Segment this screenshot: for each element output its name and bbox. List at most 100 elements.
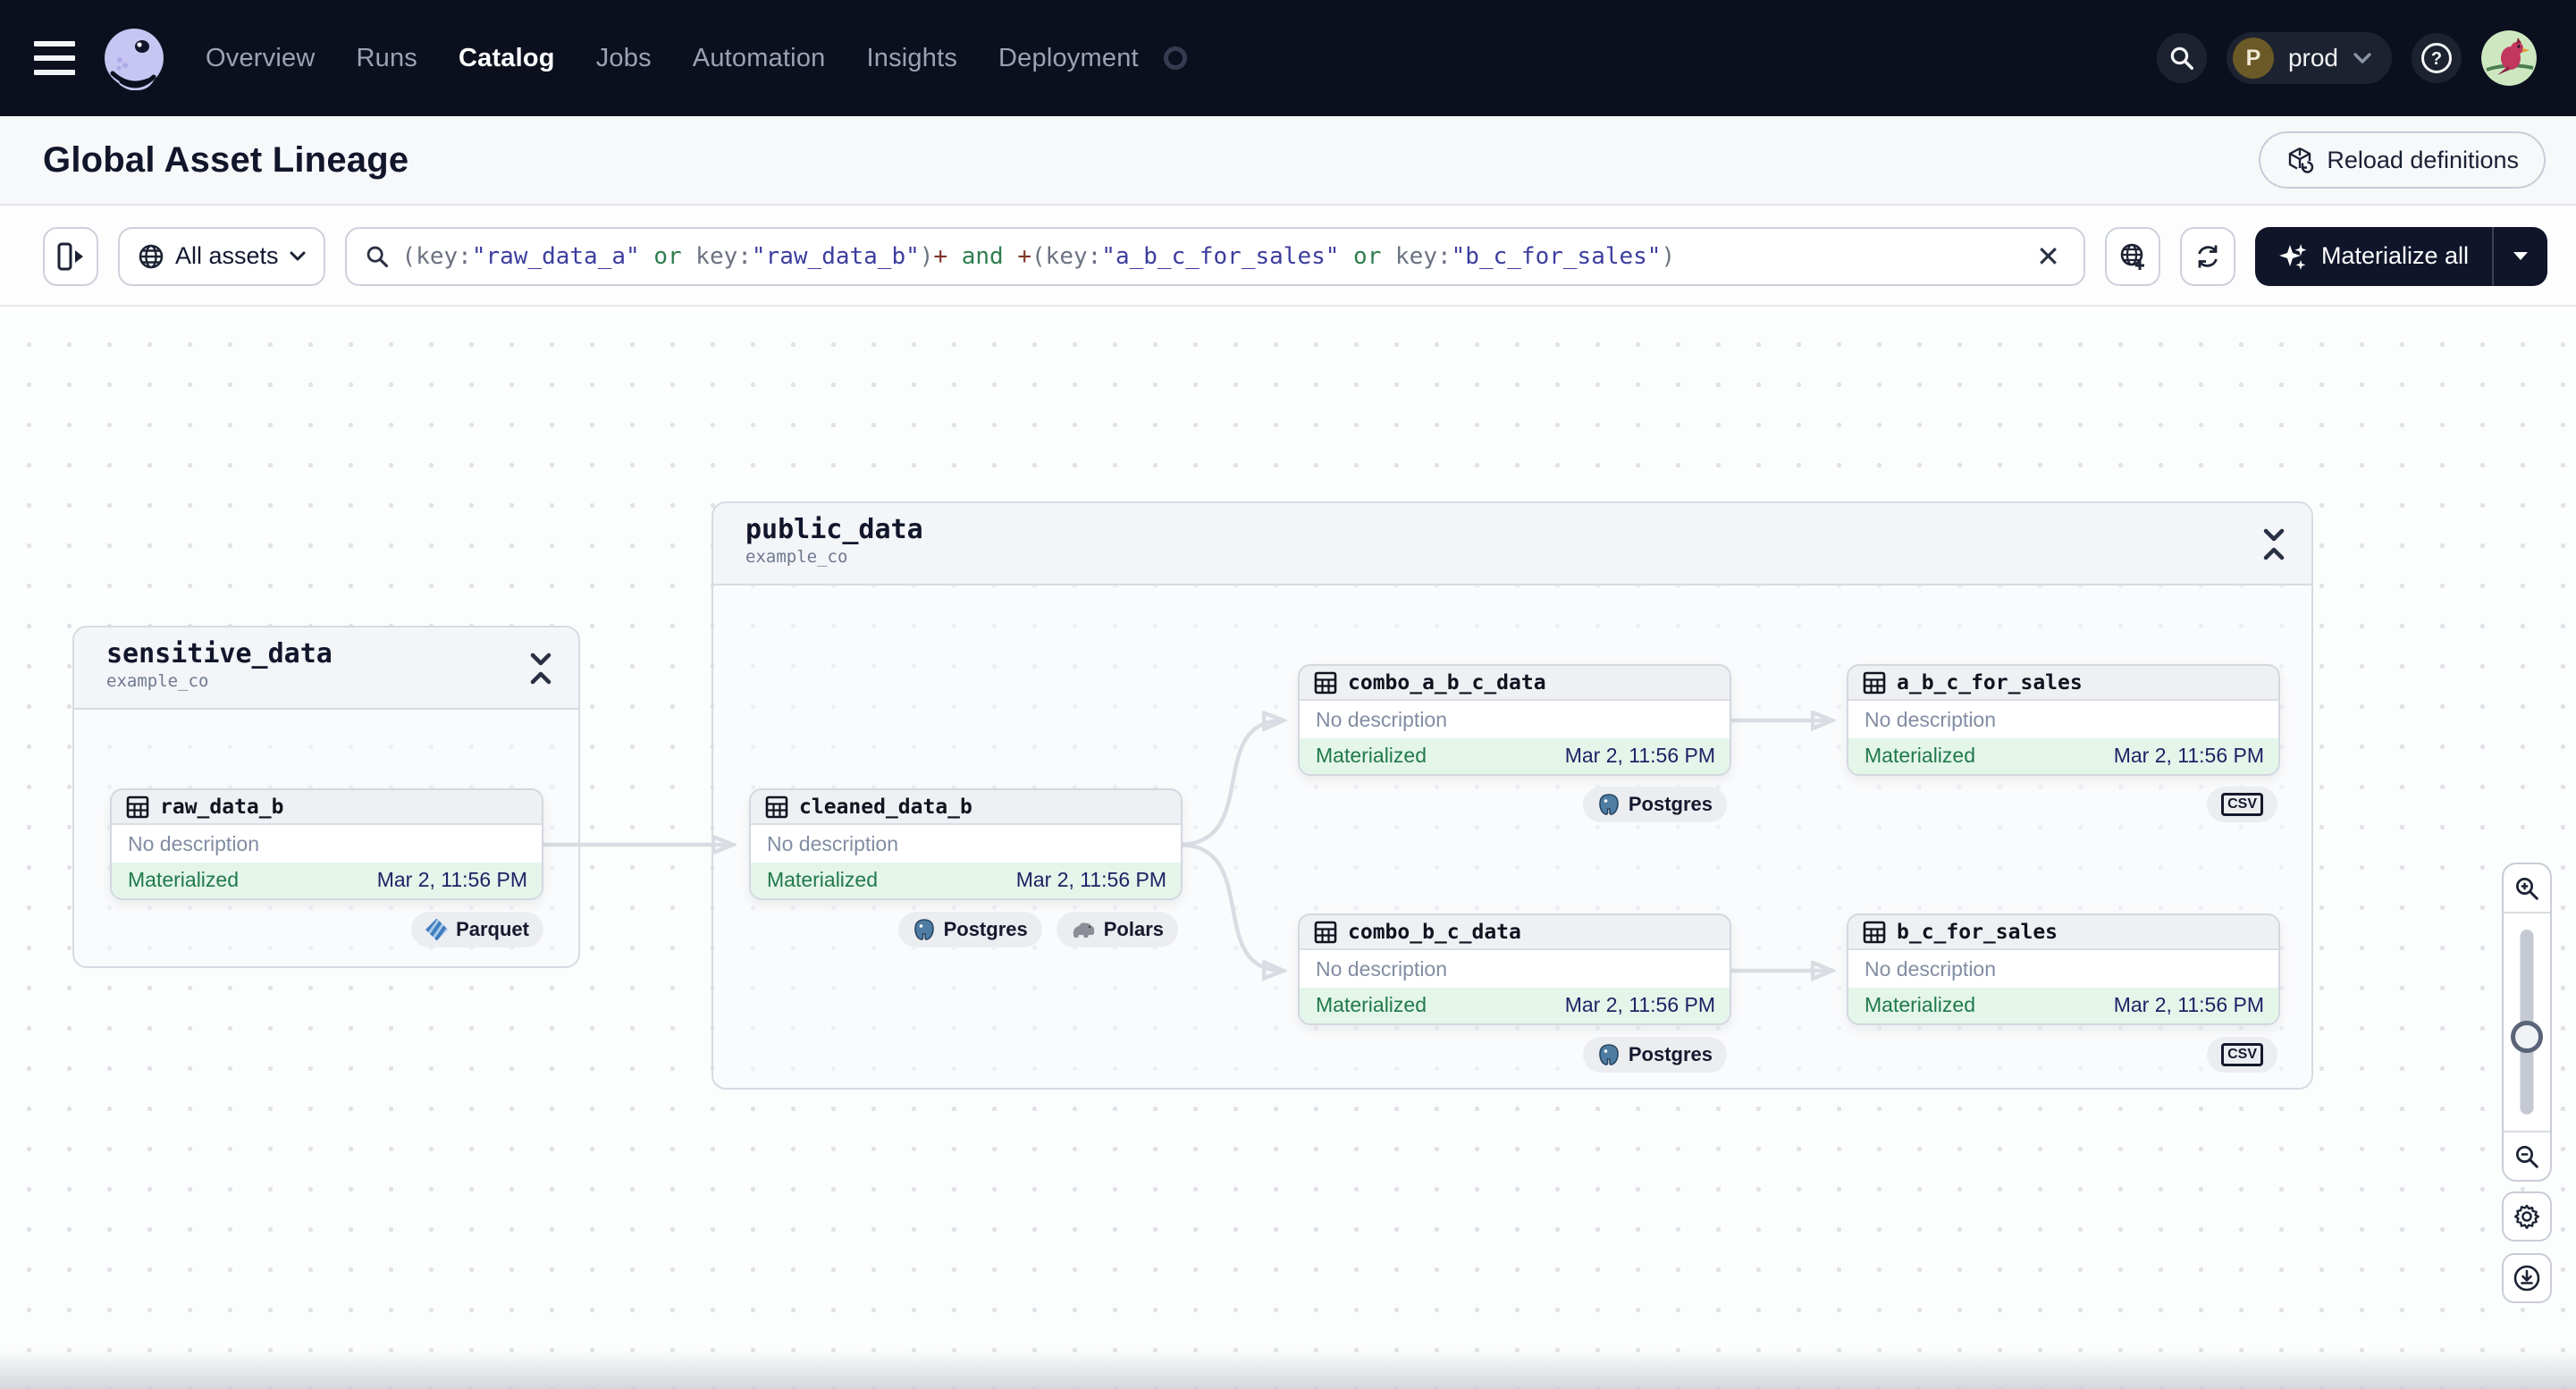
group-header-public-data[interactable]: public_data example_co xyxy=(713,503,2311,585)
table-icon xyxy=(1863,671,1886,694)
asset-node-header[interactable]: a_b_c_for_sales xyxy=(1848,666,2278,702)
collapse-group-icon[interactable] xyxy=(2258,526,2290,562)
group-header-sensitive-data[interactable]: sensitive_data example_co xyxy=(74,627,578,710)
menu-icon[interactable] xyxy=(34,41,75,75)
asset-query-input[interactable]: (key:"raw_data_a" or key:"raw_data_b")+ … xyxy=(344,226,2085,286)
kind-badge-label: Parquet xyxy=(456,918,529,940)
asset-description: No description xyxy=(1316,707,1448,731)
asset-node-combo-a-b-c-data[interactable]: combo_a_b_c_data No description Material… xyxy=(1298,664,1731,776)
nav-item-jobs[interactable]: Jobs xyxy=(596,44,652,73)
loading-spinner-icon xyxy=(1163,46,1187,70)
zoom-slider-thumb[interactable] xyxy=(2511,1021,2543,1053)
asset-name: combo_a_b_c_data xyxy=(1348,670,1546,694)
gear-icon xyxy=(2514,1204,2539,1229)
asset-node-b-c-for-sales[interactable]: b_c_for_sales No description Materialize… xyxy=(1847,913,2280,1025)
asset-status-row: Materialized Mar 2, 11:56 PM xyxy=(1300,737,1730,774)
nav-item-deployment[interactable]: Deployment xyxy=(998,44,1139,73)
top-nav: Overview Runs Catalog Jobs Automation In… xyxy=(0,0,2576,116)
group-title: public_data xyxy=(745,514,923,545)
materialize-options-button[interactable] xyxy=(2492,226,2547,286)
status-label: Materialized xyxy=(1865,993,1975,1017)
kind-badge-csv[interactable]: CSV xyxy=(2207,787,2277,822)
download-icon xyxy=(2513,1265,2540,1292)
search-icon xyxy=(366,246,388,267)
asset-node-header[interactable]: cleaned_data_b xyxy=(751,790,1181,826)
kind-badges-combo-b-c-data: Postgres xyxy=(1582,1037,1727,1073)
asset-node-header[interactable]: combo_b_c_data xyxy=(1300,915,1730,951)
asset-description: No description xyxy=(1316,956,1448,981)
asset-node-header[interactable]: raw_data_b xyxy=(112,790,542,826)
user-avatar[interactable] xyxy=(2481,30,2537,86)
nav-item-overview[interactable]: Overview xyxy=(206,44,315,73)
help-button[interactable]: ? xyxy=(2412,33,2462,83)
materialize-all-label: Materialize all xyxy=(2320,242,2469,269)
nav-item-catalog[interactable]: Catalog xyxy=(459,44,555,73)
asset-node-raw-data-b[interactable]: raw_data_b No description Materialized M… xyxy=(110,788,543,900)
refresh-icon xyxy=(2198,245,2218,267)
kind-badge-label: Polars xyxy=(1103,918,1164,940)
download-graph-button[interactable] xyxy=(2502,1253,2552,1303)
dagster-logo[interactable] xyxy=(102,26,166,90)
open-left-panel-button[interactable] xyxy=(43,226,98,286)
kind-badges-combo-a-b-c-data: Postgres xyxy=(1582,787,1727,822)
kind-badge-postgres[interactable]: Postgres xyxy=(897,912,1042,947)
kind-badge-postgres[interactable]: Postgres xyxy=(1582,787,1727,822)
kind-badges-raw-data-b: Parquet xyxy=(411,912,543,947)
kind-badge-postgres[interactable]: Postgres xyxy=(1582,1037,1727,1073)
asset-description: No description xyxy=(767,831,899,855)
postgres-icon xyxy=(913,919,934,940)
chevron-down-icon xyxy=(290,251,306,260)
search-button[interactable] xyxy=(2156,33,2207,83)
avatar-bird-image xyxy=(2481,30,2537,86)
reload-definitions-button[interactable]: Reload definitions xyxy=(2259,131,2546,189)
nav-item-insights[interactable]: Insights xyxy=(866,44,957,73)
refresh-button[interactable] xyxy=(2179,226,2235,286)
materialization-timestamp[interactable]: Mar 2, 11:56 PM xyxy=(1565,993,1715,1017)
materialize-all-button[interactable]: Materialize all xyxy=(2255,227,2492,286)
kind-badge-parquet[interactable]: Parquet xyxy=(411,912,543,947)
zoom-panel xyxy=(2502,863,2552,1182)
zoom-slider[interactable] xyxy=(2504,913,2550,1131)
asset-query-text: (key:"raw_data_a" or key:"raw_data_b")+ … xyxy=(401,242,1676,270)
kind-badge-label: Postgres xyxy=(943,918,1028,940)
new-filter-scope-button[interactable] xyxy=(2104,226,2160,286)
chevron-down-icon xyxy=(2353,53,2371,63)
asset-node-header[interactable]: combo_a_b_c_data xyxy=(1300,666,1730,702)
collapse-group-icon[interactable] xyxy=(525,651,557,686)
clear-query-button[interactable]: ✕ xyxy=(2031,242,2066,271)
kind-badge-csv[interactable]: CSV xyxy=(2207,1037,2277,1073)
csv-icon: CSV xyxy=(2221,793,2263,816)
status-label: Materialized xyxy=(1316,993,1427,1017)
polars-icon xyxy=(1073,922,1094,938)
asset-node-cleaned-data-b[interactable]: cleaned_data_b No description Materializ… xyxy=(749,788,1183,900)
kind-badge-polars[interactable]: Polars xyxy=(1056,912,1178,947)
nav-item-automation[interactable]: Automation xyxy=(693,44,826,73)
asset-status-row: Materialized Mar 2, 11:56 PM xyxy=(1848,987,2278,1023)
asset-node-a-b-c-for-sales[interactable]: a_b_c_for_sales No description Materiali… xyxy=(1847,664,2280,776)
materialization-timestamp[interactable]: Mar 2, 11:56 PM xyxy=(2114,744,2264,768)
asset-node-header[interactable]: b_c_for_sales xyxy=(1848,915,2278,951)
asset-name: b_c_for_sales xyxy=(1897,920,2058,944)
zoom-out-button[interactable] xyxy=(2504,1131,2550,1180)
materialization-timestamp[interactable]: Mar 2, 11:56 PM xyxy=(2114,993,2264,1017)
lineage-toolbar: All assets (key:"raw_data_a" or key:"raw… xyxy=(0,207,2576,307)
zoom-in-icon xyxy=(2516,877,2538,900)
graph-settings-button[interactable] xyxy=(2502,1191,2552,1242)
table-icon xyxy=(765,796,788,818)
asset-node-combo-b-c-data[interactable]: combo_b_c_data No description Materializ… xyxy=(1298,913,1731,1025)
nav-item-runs[interactable]: Runs xyxy=(356,44,417,73)
asset-scope-dropdown[interactable]: All assets xyxy=(118,226,325,286)
table-icon xyxy=(1314,921,1337,943)
materialization-timestamp[interactable]: Mar 2, 11:56 PM xyxy=(1016,868,1166,892)
asset-scope-label: All assets xyxy=(175,242,279,269)
materialization-timestamp[interactable]: Mar 2, 11:56 PM xyxy=(377,868,527,892)
materialization-timestamp[interactable]: Mar 2, 11:56 PM xyxy=(1565,744,1715,768)
workspace-switcher[interactable]: P prod xyxy=(2226,32,2392,84)
sparkle-icon xyxy=(2278,243,2307,270)
zoom-in-button[interactable] xyxy=(2504,864,2550,913)
workspace-label: prod xyxy=(2287,44,2338,72)
postgres-icon xyxy=(1599,794,1619,815)
group-location: example_co xyxy=(745,547,848,567)
svg-text:?: ? xyxy=(2431,49,2442,69)
page-title: Global Asset Lineage xyxy=(43,139,409,180)
